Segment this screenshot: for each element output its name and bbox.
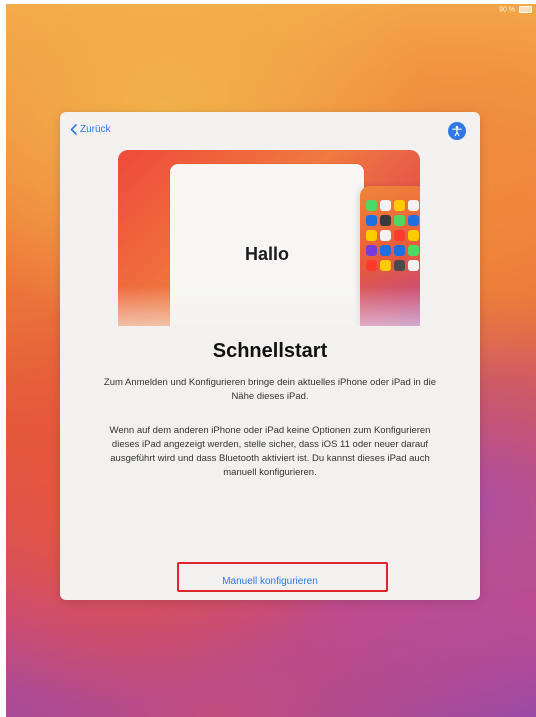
chevron-left-icon [70, 124, 77, 135]
app-icon [408, 230, 419, 241]
app-icon [366, 230, 377, 241]
back-label: Zurück [80, 124, 111, 135]
app-icon [394, 215, 405, 226]
app-icon [408, 260, 419, 271]
app-icon [380, 230, 391, 241]
page-title: Schnellstart [212, 340, 328, 362]
app-icon [366, 245, 377, 256]
app-icon [366, 260, 377, 271]
app-icon [366, 200, 377, 211]
intro-text: Zum Anmelden und Konfigurieren bringe de… [103, 377, 437, 402]
help-text: Wenn auf dem anderen iPhone oder iPad ke… [109, 425, 431, 478]
app-icon [408, 200, 419, 211]
battery-icon [519, 6, 532, 13]
highlight-annotation [177, 562, 388, 592]
app-icon [394, 260, 405, 271]
app-icon [366, 215, 377, 226]
app-icon [380, 215, 391, 226]
hallo-greeting: Hallo [244, 244, 289, 264]
accessibility-button[interactable] [448, 122, 466, 140]
battery-percent: 90 % [499, 6, 516, 14]
app-icon [380, 245, 391, 256]
app-icon [380, 200, 391, 211]
quick-start-illustration: Hallo [118, 150, 420, 326]
accessibility-icon [452, 125, 462, 137]
app-icon [408, 215, 419, 226]
app-icon [394, 200, 405, 211]
app-icon-grid [366, 200, 420, 271]
back-button[interactable]: Zurück [70, 124, 111, 135]
setup-card: Zurück Hallo Schnellstart Zum Anmelden u… [60, 112, 480, 600]
app-icon [394, 230, 405, 241]
app-icon [408, 245, 419, 256]
status-bar: 90 % [499, 6, 532, 13]
app-icon [394, 245, 405, 256]
app-icon [380, 260, 391, 271]
